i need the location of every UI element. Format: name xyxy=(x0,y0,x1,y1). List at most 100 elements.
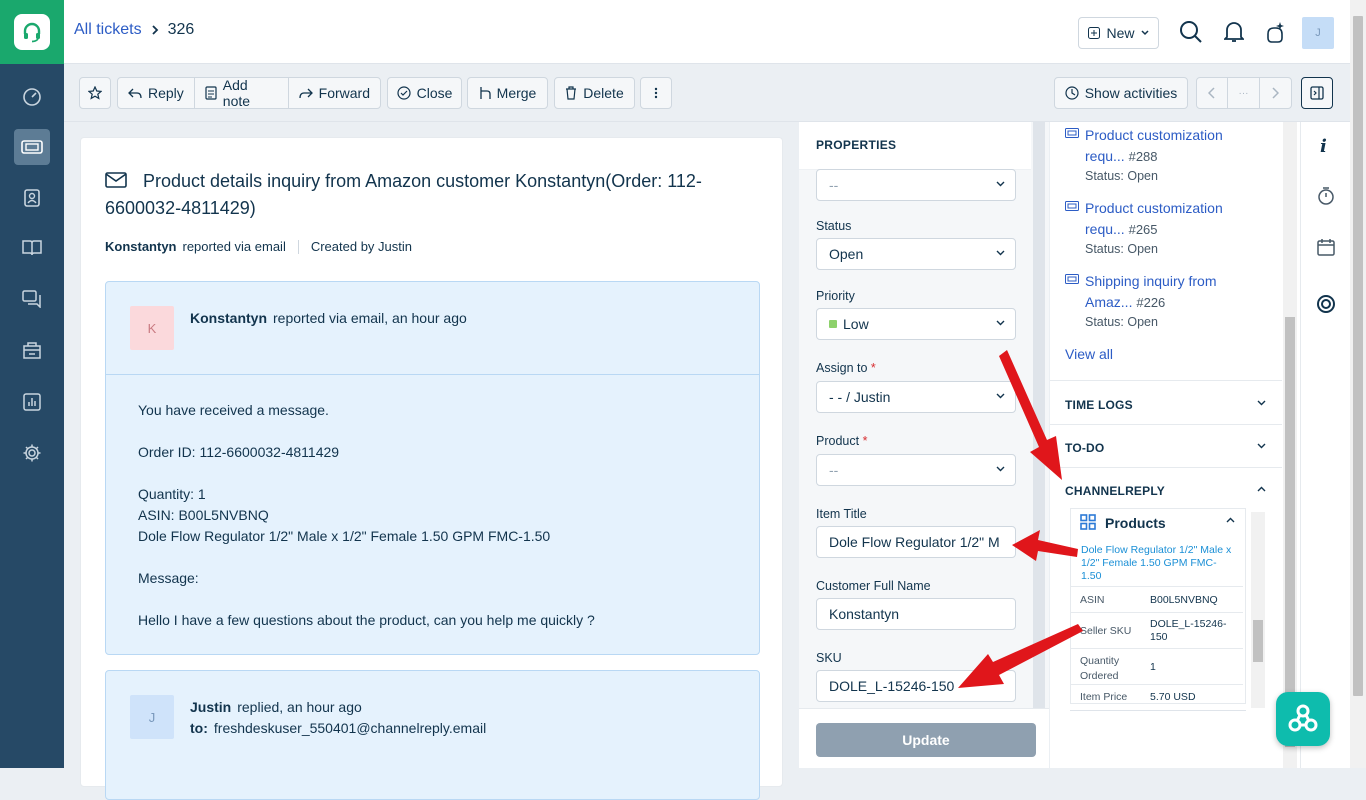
grid-apps-icon xyxy=(1080,514,1096,530)
reported-via: reported via email xyxy=(182,239,286,254)
to-email: freshdeskuser_550401@channelreply.email xyxy=(213,720,487,736)
freddy-ai-sparkle-icon[interactable] xyxy=(1264,20,1286,44)
update-button[interactable]: Update xyxy=(816,723,1036,757)
related-ticket-link[interactable]: Shipping inquiry from Amaz... #226 xyxy=(1085,271,1235,313)
new-button[interactable]: New xyxy=(1078,17,1159,49)
channelreply-header[interactable]: CHANNELREPLY xyxy=(1065,484,1266,498)
assign-to-select[interactable]: - - / Justin xyxy=(816,381,1016,413)
reply-arrow-icon xyxy=(128,87,142,99)
add-note-label: Add note xyxy=(222,77,251,109)
social-icon[interactable] xyxy=(14,333,50,369)
message-line: Quantity: 1 xyxy=(138,486,206,502)
section-divider xyxy=(1050,424,1282,425)
customer-full-name-input[interactable]: Konstantyn xyxy=(816,598,1016,630)
chevron-up-icon[interactable] xyxy=(1226,517,1235,523)
item-title-input[interactable]: Dole Flow Regulator 1/2" M xyxy=(816,526,1016,558)
widget-scrollbar[interactable] xyxy=(1251,512,1265,708)
asin-row: ASIN B00L5NVBNQ xyxy=(1071,586,1243,612)
info-icon[interactable]: i xyxy=(1320,136,1327,157)
meta-divider xyxy=(297,239,299,254)
reply-author[interactable]: Justin xyxy=(190,699,231,715)
calendar-icon[interactable] xyxy=(1317,238,1335,256)
merge-button[interactable]: Merge xyxy=(467,77,548,109)
related-ticket-number: #265 xyxy=(1128,222,1158,237)
user-avatar[interactable]: J xyxy=(1302,17,1334,49)
time-logs-header[interactable]: TIME LOGS xyxy=(1065,398,1266,412)
requester-avatar: K xyxy=(130,306,174,350)
reports-icon[interactable] xyxy=(14,384,50,420)
properties-scrollbar[interactable] xyxy=(1033,122,1045,708)
view-all-link[interactable]: View all xyxy=(1065,346,1113,362)
search-icon[interactable] xyxy=(1179,20,1203,44)
ticket-number: 326 xyxy=(167,21,195,38)
forward-button[interactable]: Forward xyxy=(289,78,380,108)
asin-label: ASIN xyxy=(1080,594,1105,606)
reply-header: Justin replied, an hour ago xyxy=(190,699,362,715)
close-button[interactable]: Close xyxy=(387,77,462,109)
related-title-cont: requ... xyxy=(1085,148,1125,164)
message-meta: reported via email, an hour ago xyxy=(273,310,467,326)
star-button[interactable] xyxy=(79,77,111,109)
chevron-down-icon xyxy=(1140,30,1149,36)
timer-icon[interactable] xyxy=(1317,186,1335,206)
agent-avatar: J xyxy=(130,695,174,739)
properties-title: PROPERTIES xyxy=(799,122,1031,170)
product-select[interactable]: -- xyxy=(816,454,1016,486)
pager-more[interactable]: ··· xyxy=(1228,78,1260,108)
reply-label: Reply xyxy=(148,85,184,101)
new-button-label: New xyxy=(1106,25,1135,41)
close-label: Close xyxy=(416,85,453,101)
reply-button[interactable]: Reply xyxy=(118,78,195,108)
next-ticket-button[interactable] xyxy=(1260,78,1291,108)
message-header: Konstantyn reported via email, an hour a… xyxy=(190,310,467,326)
product-link[interactable]: Dole Flow Regulator 1/2" Male x 1/2" Fem… xyxy=(1081,544,1237,583)
related-ticket-link[interactable]: Product customization requ... #288 xyxy=(1085,125,1235,167)
all-tickets-link[interactable]: All tickets xyxy=(74,21,142,39)
type-select[interactable]: -- xyxy=(816,169,1016,201)
related-title: Product customization xyxy=(1085,200,1223,216)
priority-select[interactable]: Low xyxy=(816,308,1016,340)
required-asterisk: * xyxy=(862,434,868,448)
sku-input[interactable]: DOLE_L-15246-150 xyxy=(816,670,1016,702)
forums-icon[interactable] xyxy=(14,281,50,317)
contacts-icon[interactable] xyxy=(14,180,50,216)
related-ticket-link[interactable]: Product customization requ... #265 xyxy=(1085,198,1235,240)
toggle-sidebar-button[interactable] xyxy=(1301,77,1333,109)
message-author[interactable]: Konstantyn xyxy=(190,310,267,326)
add-note-button[interactable]: Add note xyxy=(195,77,289,109)
freshdesk-logo[interactable] xyxy=(0,0,64,64)
dashboard-icon[interactable] xyxy=(14,79,50,115)
notifications-bell-icon[interactable] xyxy=(1224,21,1244,43)
status-value: Open xyxy=(829,246,864,262)
delete-button[interactable]: Delete xyxy=(554,77,635,109)
widget-scroll-thumb[interactable] xyxy=(1253,620,1263,662)
delete-label: Delete xyxy=(583,85,624,101)
more-actions-button[interactable] xyxy=(640,77,672,109)
page-scrollbar[interactable] xyxy=(1350,0,1366,768)
product-text: Product xyxy=(816,434,860,448)
merge-label: Merge xyxy=(496,85,537,101)
channelreply-chat-launcher[interactable] xyxy=(1276,692,1330,746)
ticket-subject: Product details inquiry from Amazon cust… xyxy=(105,171,702,218)
status-select[interactable]: Open xyxy=(816,238,1016,270)
message-line: ASIN: B00L5NVBNQ xyxy=(138,507,269,523)
ticket-meta: Konstantyn reported via email Created by… xyxy=(105,239,412,254)
page-scroll-thumb[interactable] xyxy=(1353,16,1363,696)
right-panel-scroll-thumb[interactable] xyxy=(1285,317,1295,747)
assign-to-label: Assign to * xyxy=(816,361,876,375)
requester-name[interactable]: Konstantyn xyxy=(105,239,177,254)
note-icon xyxy=(205,86,217,100)
right-panel-scrollbar[interactable] xyxy=(1283,122,1297,768)
previous-ticket-button[interactable] xyxy=(1197,78,1229,108)
show-activities-button[interactable]: Show activities xyxy=(1054,77,1188,109)
admin-gear-icon[interactable] xyxy=(14,435,50,471)
seller-sku-label: Seller SKU xyxy=(1080,625,1132,637)
todo-header[interactable]: TO-DO xyxy=(1065,441,1266,455)
trash-icon xyxy=(565,86,577,100)
tickets-icon[interactable] xyxy=(14,129,50,165)
chevron-down-icon xyxy=(1257,443,1266,449)
related-title: Product customization xyxy=(1085,127,1223,143)
channelreply-app-icon[interactable] xyxy=(1316,294,1336,314)
knowledge-base-icon[interactable] xyxy=(14,230,50,266)
star-icon xyxy=(88,86,102,100)
